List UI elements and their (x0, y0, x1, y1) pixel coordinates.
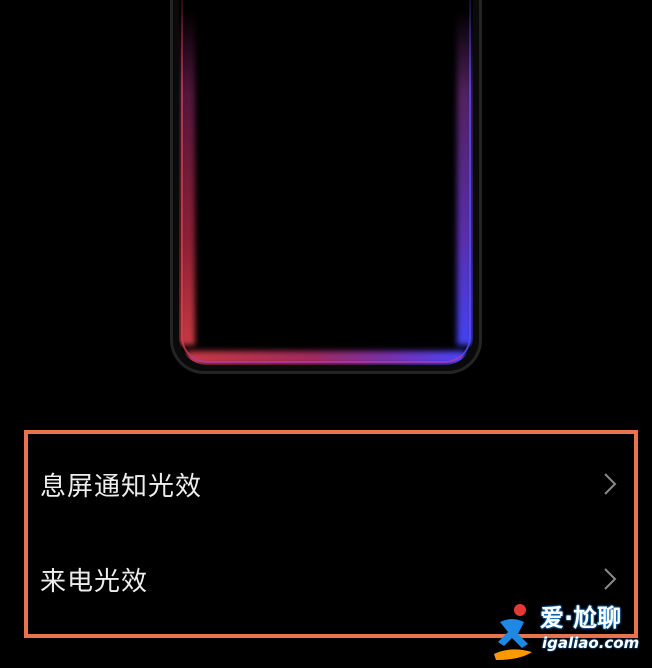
edge-light-preview (170, 0, 482, 374)
watermark-brand: 爱·尬聊 (540, 604, 622, 632)
setting-label: 来电光效 (40, 566, 149, 597)
setting-screen-off-notification-light[interactable]: 息屏通知光效 (40, 456, 618, 512)
chevron-right-icon (604, 568, 617, 590)
preview-screen (179, 0, 473, 365)
setting-label: 息屏通知光效 (40, 471, 203, 502)
watermark: 爱·尬聊 igaliao.com (488, 594, 652, 668)
chevron-right-icon (604, 473, 617, 495)
watermark-logo-icon (494, 604, 532, 660)
edge-light-glow (179, 0, 473, 365)
watermark-domain: igaliao.com (542, 634, 640, 652)
